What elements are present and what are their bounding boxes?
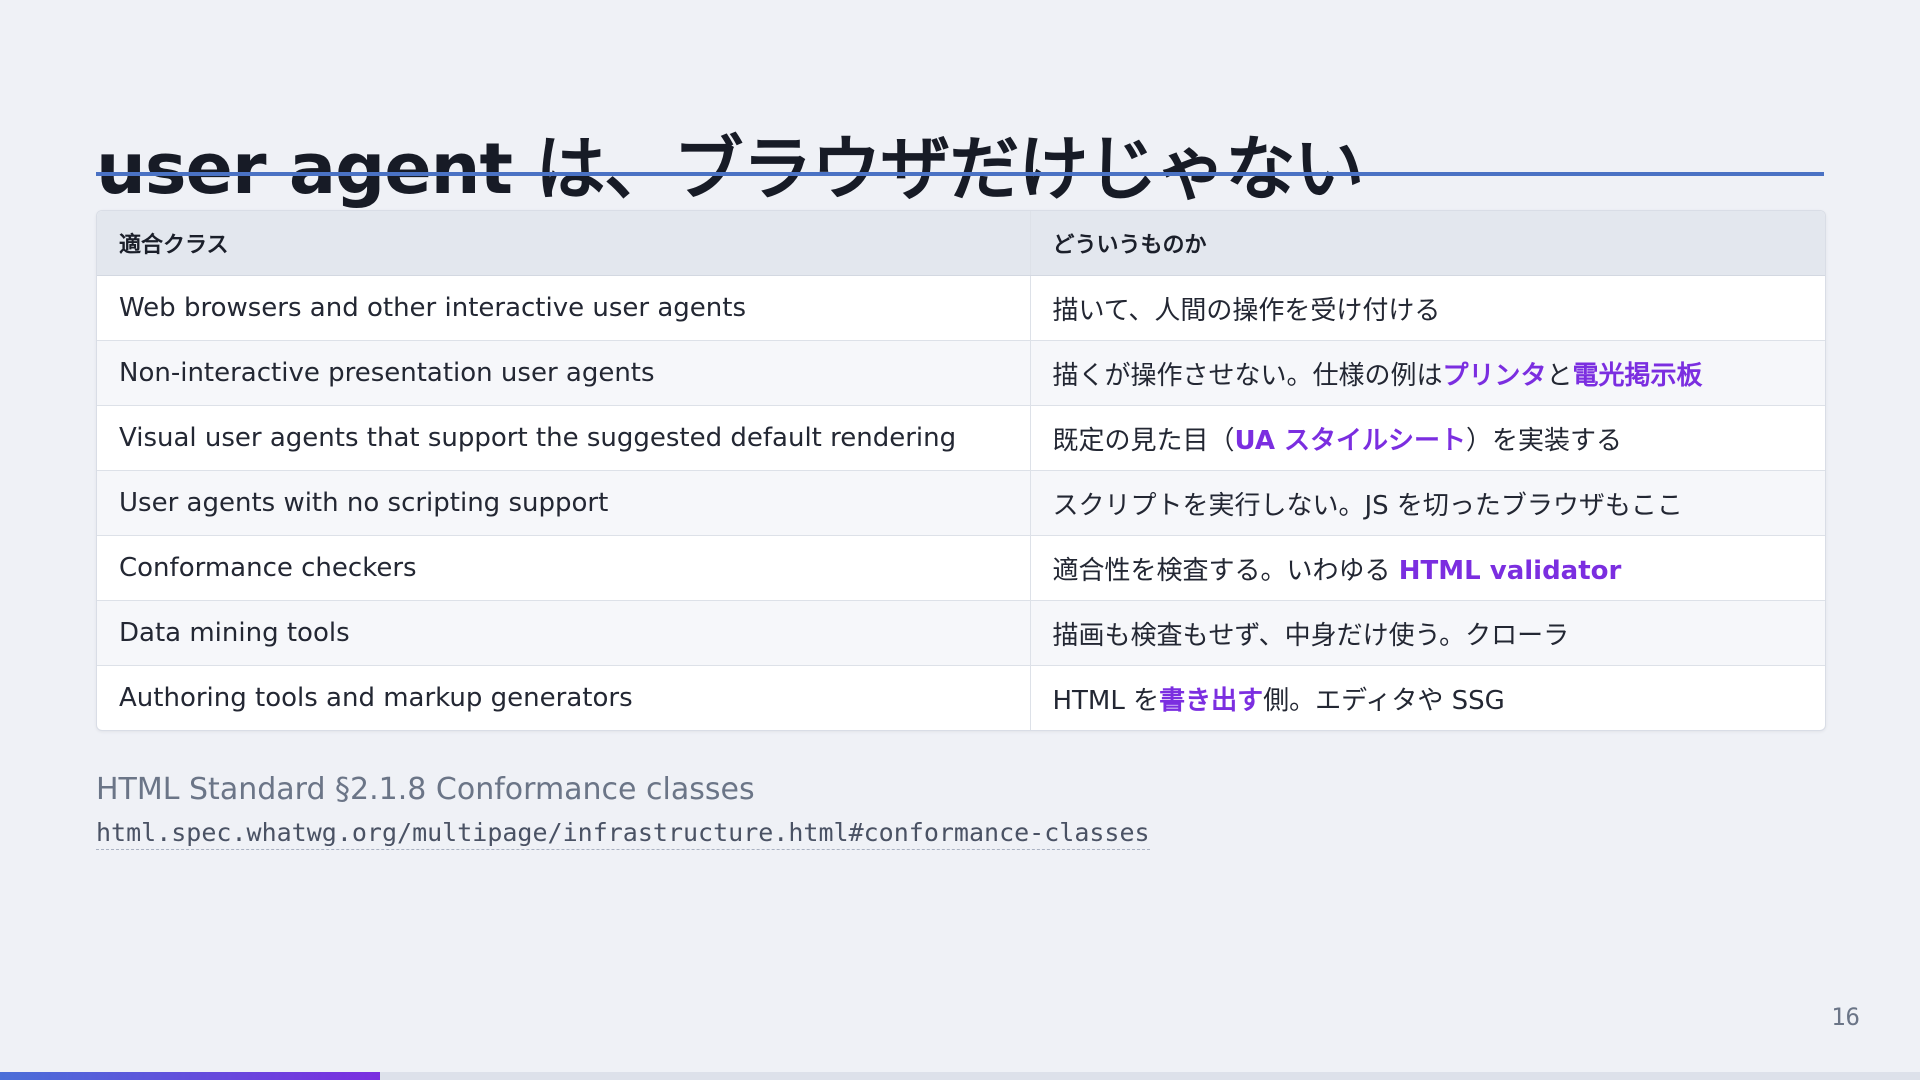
table-row: Visual user agents that support the sugg… <box>97 405 1825 471</box>
column-header-class: 適合クラス <box>97 211 1030 276</box>
description-cell: 描いて、人間の操作を受け付ける <box>1029 275 1825 341</box>
description-text: スクリプトを実行しない。JS を切ったブラウザもここ <box>1052 490 1683 521</box>
description-cell: 描くが操作させない。仕様の例はプリンタと電光掲示板 <box>1029 340 1825 406</box>
highlighted-term: 書き出す <box>1159 685 1264 716</box>
description-text: 描画も検査もせず、中身だけ使う。クローラ <box>1052 620 1570 651</box>
highlighted-term: プリンタ <box>1442 360 1547 391</box>
conformance-class-cell: Visual user agents that support the sugg… <box>97 405 1030 471</box>
description-text: 描いて、人間の操作を受け付ける <box>1052 295 1441 326</box>
source-title: HTML Standard §2.1.8 Conformance classes <box>96 772 755 807</box>
slide-title: user agent は、ブラウザだけじゃない <box>96 127 1364 210</box>
conformance-class-cell: Non-interactive presentation user agents <box>97 340 1030 406</box>
conformance-class-cell: Web browsers and other interactive user … <box>97 275 1030 341</box>
table-header-row: 適合クラス どういうものか <box>97 211 1825 276</box>
conformance-table: 適合クラス どういうものか Web browsers and other int… <box>96 210 1826 731</box>
slide-progress-fill <box>0 1072 381 1080</box>
description-cell: 描画も検査もせず、中身だけ使う。クローラ <box>1029 600 1825 666</box>
description-text: ）を実装する <box>1466 425 1623 456</box>
conformance-class-cell: Authoring tools and markup generators <box>97 665 1030 730</box>
conformance-class-cell: Data mining tools <box>97 600 1030 666</box>
page-number: 16 <box>1831 1003 1860 1031</box>
description-cell: HTML を書き出す側。エディタや SSG <box>1029 665 1825 730</box>
table-row: Data mining tools 描画も検査もせず、中身だけ使う。クローラ <box>97 600 1825 666</box>
slide-progress-bar <box>0 1072 1920 1080</box>
column-header-description: どういうものか <box>1029 211 1825 276</box>
highlighted-term: UA スタイルシート <box>1234 425 1467 456</box>
description-text: 既定の見た目（ <box>1052 425 1235 456</box>
description-cell: 既定の見た目（UA スタイルシート）を実装する <box>1029 405 1825 471</box>
description-text: 描くが操作させない。仕様の例は <box>1052 360 1443 391</box>
table-row: Authoring tools and markup generators HTM… <box>97 665 1825 730</box>
table-row: Conformance checkers 適合性を検査する。いわゆる HTML v… <box>97 535 1825 601</box>
description-text: HTML を <box>1052 685 1160 716</box>
description-text: 適合性を検査する。いわゆる <box>1052 555 1399 586</box>
table-body: Web browsers and other interactive user … <box>97 275 1825 730</box>
description-cell: スクリプトを実行しない。JS を切ったブラウザもここ <box>1029 470 1825 536</box>
conformance-class-cell: User agents with no scripting support <box>97 470 1030 536</box>
description-text: と <box>1546 360 1573 391</box>
highlighted-term: HTML validator <box>1398 555 1622 586</box>
highlighted-term: 電光掲示板 <box>1572 360 1703 391</box>
table-row: Web browsers and other interactive user … <box>97 275 1825 341</box>
description-text: 側。エディタや SSG <box>1263 685 1505 716</box>
description-cell: 適合性を検査する。いわゆる HTML validator <box>1029 535 1825 601</box>
title-divider <box>96 172 1824 176</box>
table-row: Non-interactive presentation user agents… <box>97 340 1825 406</box>
source-link[interactable]: html.spec.whatwg.org/multipage/infrastru… <box>96 818 1150 850</box>
table-row: User agents with no scripting support スクリ… <box>97 470 1825 536</box>
conformance-class-cell: Conformance checkers <box>97 535 1030 601</box>
